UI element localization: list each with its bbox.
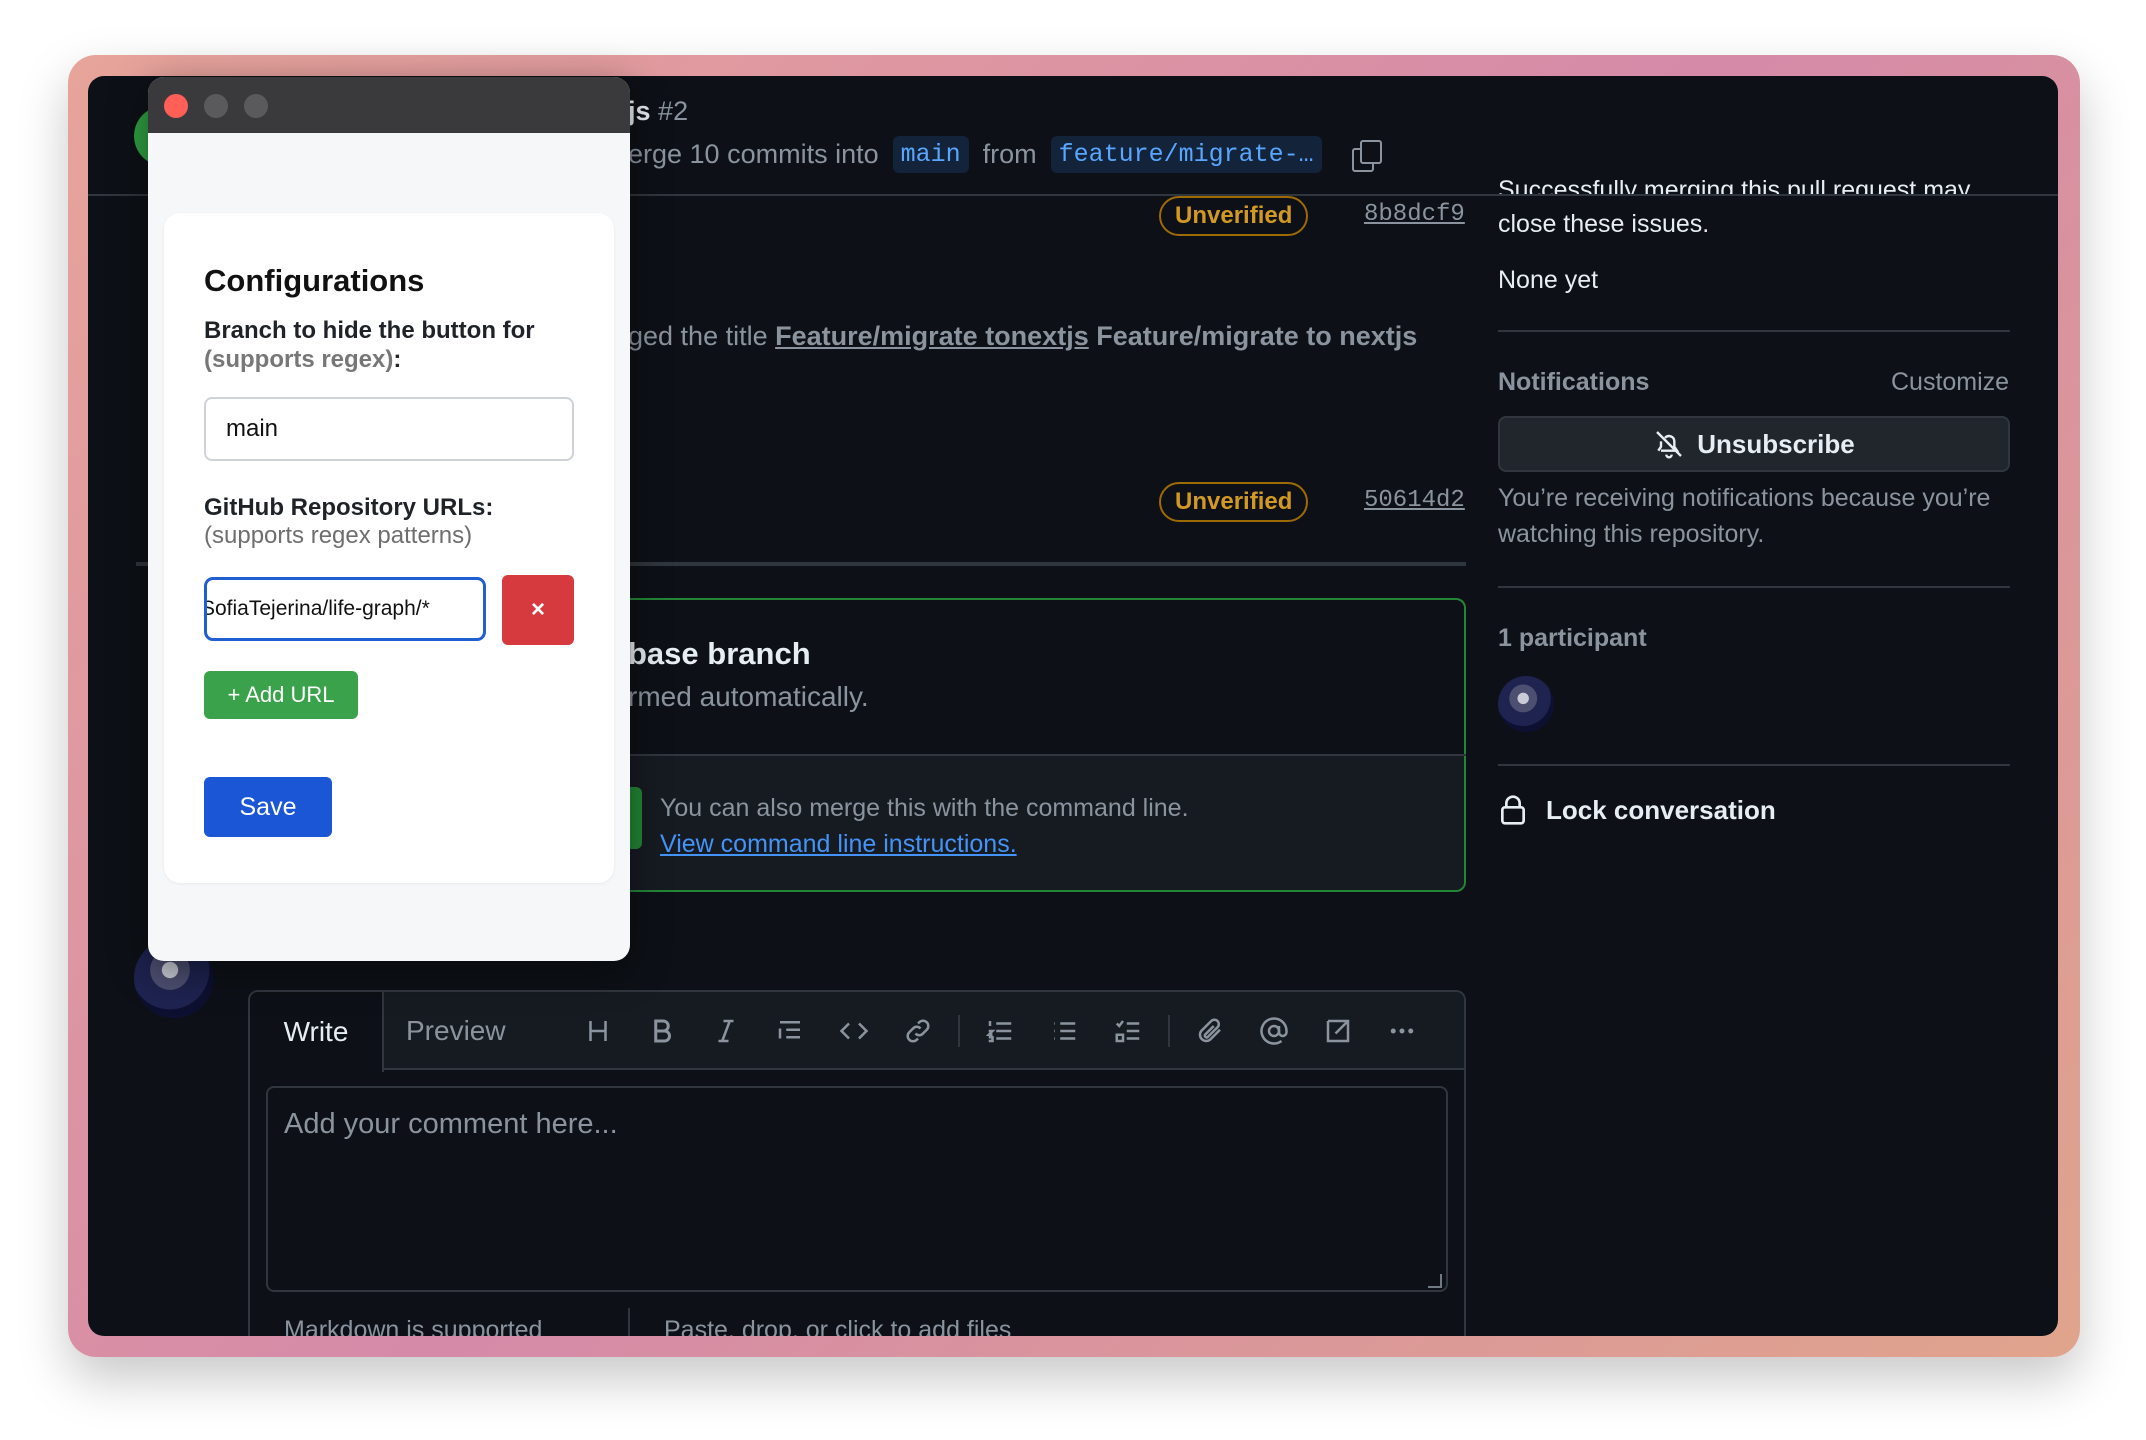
repo-url-input[interactable]: SofiaTejerina/life-graph/* <box>204 577 486 641</box>
pr-title-text: js <box>628 96 651 126</box>
participant-avatar[interactable] <box>1498 676 1554 732</box>
reference-icon[interactable] <box>1306 992 1370 1070</box>
italic-icon[interactable] <box>694 992 758 1070</box>
cli-text: You can also merge this with the command… <box>660 794 1189 822</box>
markdown-toolbar <box>566 992 1434 1070</box>
ordered-list-icon[interactable] <box>968 992 1032 1070</box>
merge-button-edge[interactable] <box>628 787 642 849</box>
linked-issues-none: None yet <box>1498 266 1599 294</box>
unsubscribe-button[interactable]: Unsubscribe <box>1498 416 2010 472</box>
repo-url-value: SofiaTejerina/life-graph/* <box>204 597 430 620</box>
cli-instructions-link[interactable]: View command line instructions. <box>660 830 1017 859</box>
configurations-card: Configurations Branch to hide the button… <box>164 213 614 883</box>
merge-title: base branch <box>628 636 811 671</box>
extension-popup-window: Configurations Branch to hide the button… <box>148 77 630 961</box>
title-change-text: ged the title <box>628 321 768 351</box>
pr-subtitle-text: erge 10 commits into <box>628 139 879 169</box>
linked-issues-text: close these issues. <box>1498 210 1710 238</box>
notification-reason: You’re receiving notifications because y… <box>1498 484 1991 548</box>
save-button[interactable]: Save <box>204 777 332 837</box>
lock-conversation-button[interactable]: Lock conversation <box>1498 794 2010 826</box>
toolbar-separator <box>1168 1015 1170 1047</box>
old-title: Feature/migrate tonextjs <box>775 321 1089 351</box>
code-icon[interactable] <box>822 992 886 1070</box>
tab-preview[interactable]: Preview <box>406 992 506 1070</box>
sidebar-divider <box>1498 764 2010 766</box>
popup-titlebar[interactable] <box>148 77 630 133</box>
branch-input[interactable]: main <box>204 397 574 461</box>
head-branch-label[interactable]: feature/migrate-… <box>1050 136 1322 173</box>
commit-sha-link[interactable]: 8b8dcf9 <box>1364 201 1465 228</box>
mention-icon[interactable] <box>1242 992 1306 1070</box>
add-url-button[interactable]: + Add URL <box>204 671 358 719</box>
unsubscribe-label: Unsubscribe <box>1697 428 1855 459</box>
configurations-title: Configurations <box>204 263 425 298</box>
urls-label: GitHub Repository URLs: <box>204 494 494 521</box>
attach-icon[interactable] <box>1178 992 1242 1070</box>
pr-title: js #2 <box>628 96 688 127</box>
comment-placeholder: Add your comment here... <box>284 1108 618 1140</box>
branch-label-colon: : <box>393 346 402 373</box>
pr-number: #2 <box>658 96 689 126</box>
sidebar-divider <box>1498 330 2010 332</box>
tab-write[interactable]: Write <box>250 992 384 1072</box>
new-title: Feature/migrate to nextjs <box>1096 321 1418 351</box>
resize-handle-icon[interactable] <box>1428 1274 1442 1288</box>
pr-subtitle: erge 10 commits into main from feature/m… <box>628 136 1382 173</box>
customize-link[interactable]: Customize <box>1891 368 2009 397</box>
participants-heading: 1 participant <box>1498 624 1647 652</box>
footer-separator <box>628 1308 630 1336</box>
base-branch-label[interactable]: main <box>892 136 969 173</box>
branch-label-hint: (supports regex) <box>204 346 394 373</box>
task-list-icon[interactable] <box>1096 992 1160 1070</box>
minimize-window-button[interactable] <box>204 94 228 118</box>
copy-icon[interactable] <box>1350 139 1382 172</box>
title-change-event: ged the title Feature/migrate tonextjs F… <box>628 321 1417 352</box>
urls-label-hint: (supports regex patterns) <box>204 522 473 549</box>
unordered-list-icon[interactable] <box>1032 992 1096 1070</box>
remove-url-button[interactable]: × <box>502 575 574 645</box>
link-icon[interactable] <box>886 992 950 1070</box>
attach-files-note[interactable]: Paste, drop, or click to add files <box>664 1316 1011 1336</box>
lock-conversation-label: Lock conversation <box>1546 794 1776 825</box>
bell-slash-icon <box>1656 431 1683 459</box>
commit-sha-link[interactable]: 50614d2 <box>1364 487 1465 514</box>
unverified-badge[interactable]: Unverified <box>1159 196 1309 236</box>
bold-icon[interactable] <box>630 992 694 1070</box>
branch-label: Branch to hide the button for (supports … <box>204 316 535 374</box>
markdown-supported-note[interactable]: Markdown is supported <box>284 1316 542 1336</box>
more-icon[interactable] <box>1370 992 1434 1070</box>
quote-icon[interactable] <box>758 992 822 1070</box>
lock-icon <box>1501 795 1525 825</box>
merge-subtitle: rmed automatically. <box>628 681 869 712</box>
linked-issues-heading: Successfully merging this pull request m… <box>1498 176 1971 194</box>
close-window-button[interactable] <box>164 94 188 118</box>
branch-label-text: Branch to hide the button for <box>204 317 535 344</box>
unverified-badge[interactable]: Unverified <box>1159 482 1309 522</box>
heading-icon[interactable] <box>566 992 630 1070</box>
maximize-window-button[interactable] <box>244 94 268 118</box>
sidebar-divider <box>1498 586 2010 588</box>
toolbar-separator <box>958 1015 960 1047</box>
from-word: from <box>982 139 1037 169</box>
